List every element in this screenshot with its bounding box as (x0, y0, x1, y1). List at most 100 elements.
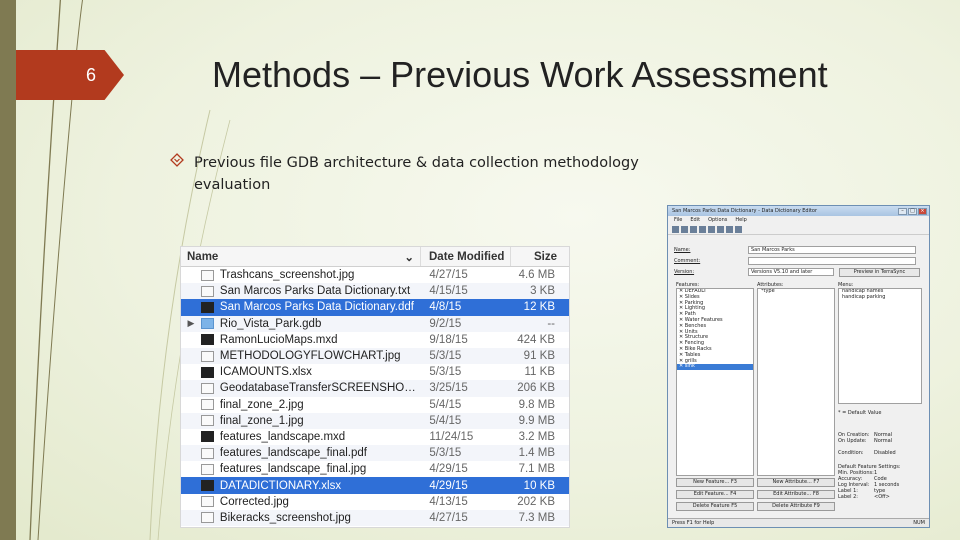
save-icon[interactable] (690, 225, 697, 233)
column-header-size[interactable]: Size (511, 251, 569, 263)
file-date: 9/2/15 (429, 317, 462, 330)
new-icon[interactable] (672, 225, 679, 233)
menu-item[interactable]: handicap parking (839, 294, 921, 301)
column-header-name[interactable]: Name ⌄ (181, 247, 421, 266)
condition-value: Disabled (874, 450, 896, 456)
maximize-button[interactable]: □ (908, 207, 917, 215)
file-row[interactable]: ICAMOUNTS.xlsx 5/3/15 11 KB (181, 364, 569, 380)
condition-label: Condition: (838, 450, 864, 456)
close-button[interactable]: × (918, 207, 927, 215)
file-date: 5/4/15 (429, 414, 462, 427)
chevron-down-icon: ⌄ (404, 251, 414, 264)
decorative-left-bar (0, 0, 16, 540)
file-row[interactable]: features_landscape.mxd 11/24/15 3.2 MB (181, 429, 569, 445)
bullet-item: Previous file GDB architecture & data co… (170, 152, 670, 196)
file-size: 3.2 MB (518, 430, 555, 443)
file-date: 4/29/15 (429, 479, 468, 492)
file-date: 5/4/15 (429, 398, 462, 411)
file-size: -- (547, 317, 555, 330)
minimize-button[interactable]: – (898, 207, 907, 215)
file-size: 9.9 MB (518, 414, 555, 427)
edit-feature-button[interactable]: Edit Feature... F4 (676, 490, 754, 499)
file-size: 202 KB (517, 495, 555, 508)
file-list-window: Name ⌄ Date Modified Size Trashcans_scre… (180, 246, 570, 528)
features-list[interactable]: ✕ DEFAULT ✕ Slides ✕ Parking ✕ Lighting ✕ Pa… (676, 288, 754, 476)
menu-help[interactable]: Help (735, 217, 746, 223)
comment-label: Comment: (674, 258, 701, 264)
image-file-icon (200, 512, 214, 524)
menu-edit[interactable]: Edit (690, 217, 700, 223)
file-size: 206 KB (517, 382, 555, 395)
ddf-file-icon (200, 301, 214, 313)
image-file-icon (200, 269, 214, 281)
file-size: 91 KB (523, 350, 555, 363)
file-size: 12 KB (523, 301, 555, 314)
file-date: 4/13/15 (429, 495, 468, 508)
file-date: 11/24/15 (429, 430, 474, 443)
window-titlebar[interactable]: San Marcos Parks Data Dictionary - Data … (668, 206, 929, 216)
delete-attribute-button[interactable]: Delete Attribute F9 (757, 502, 835, 511)
file-size: 7.1 MB (518, 463, 555, 476)
new-feature-button[interactable]: New Feature... F3 (676, 478, 754, 487)
image-file-icon (200, 399, 214, 411)
version-row: Version: Versions V5.10 and later (674, 268, 834, 276)
file-row[interactable]: features_landscape_final.jpg 4/29/15 7.1 M… (181, 461, 569, 477)
file-row[interactable]: RamonLucioMaps.mxd 9/18/15 424 KB (181, 332, 569, 348)
disclosure-triangle-icon[interactable]: ▶ (181, 318, 201, 329)
bullet-text: Previous file GDB architecture & data co… (194, 152, 670, 196)
file-row[interactable]: final_zone_1.jpg 5/4/15 9.9 MB (181, 412, 569, 429)
file-row[interactable]: San Marcos Parks Data Dictionary.txt 4/15… (181, 283, 569, 300)
file-size: 4.6 MB (518, 269, 555, 282)
on-update-row: On Update: Normal (838, 438, 892, 444)
comment-field[interactable] (748, 257, 916, 265)
delete-feature-button[interactable]: Delete Feature F5 (676, 502, 754, 511)
menu-file[interactable]: File (674, 217, 682, 223)
window-title: San Marcos Parks Data Dictionary - Data … (672, 208, 818, 214)
file-row[interactable]: DATADICTIONARY.xlsx 4/29/15 10 KB (181, 477, 569, 494)
file-size: 10 KB (523, 479, 555, 492)
feature-item[interactable]: ✕ sink (677, 363, 753, 371)
file-size: 11 KB (524, 366, 555, 379)
setting-label: Label 2: (838, 494, 858, 500)
file-size: 9.8 MB (518, 398, 555, 411)
file-row[interactable]: Bikeracks_screenshot.jpg 4/27/15 7.3 MB (181, 509, 569, 526)
attributes-list[interactable]: *type (757, 288, 835, 476)
status-bar: Press F1 for Help NUM (668, 518, 929, 527)
image-file-icon (200, 350, 214, 362)
file-size: 1.4 MB (518, 447, 555, 460)
file-row[interactable]: Corrected.jpg 4/13/15 202 KB (181, 494, 569, 510)
name-field[interactable]: San Marcos Parks (748, 246, 916, 254)
help-icon[interactable] (735, 225, 742, 233)
column-header-date[interactable]: Date Modified (421, 247, 511, 266)
file-row[interactable]: GeodatabaseTransferSCREENSHOT.jpg 3/25/15… (181, 380, 569, 397)
menu-options[interactable]: Options (708, 217, 727, 223)
file-row[interactable]: Trashcans_screenshot.jpg 4/27/15 4.6 MB (181, 267, 569, 283)
version-select[interactable]: Versions V5.10 and later (748, 268, 834, 276)
name-label: Name: (674, 247, 691, 253)
open-icon[interactable] (681, 225, 688, 233)
attribute-item[interactable]: *type (758, 289, 834, 295)
copy-icon[interactable] (708, 225, 715, 233)
preview-button[interactable]: Preview in TerraSync (839, 268, 920, 277)
print-icon[interactable] (726, 225, 733, 233)
menu-bar: File Edit Options Help (668, 216, 929, 224)
file-row[interactable]: San Marcos Parks Data Dictionary.ddf 4/8/… (181, 299, 569, 316)
new-attribute-button[interactable]: New Attribute... F7 (757, 478, 835, 487)
file-row[interactable]: METHODOLOGYFLOWCHART.jpg 5/3/15 91 KB (181, 347, 569, 365)
file-name: San Marcos Parks Data Dictionary.txt (219, 285, 411, 298)
file-row[interactable]: ▶ Rio_Vista_Park.gdb 9/2/15 -- (181, 315, 569, 332)
status-num-indicator: NUM (913, 520, 925, 526)
pdf-file-icon (200, 447, 214, 459)
paste-icon[interactable] (717, 225, 724, 233)
file-date: 5/3/15 (429, 350, 462, 363)
edit-attribute-button[interactable]: Edit Attribute... F8 (757, 490, 835, 499)
file-name: final_zone_2.jpg (219, 398, 304, 411)
file-row[interactable]: features_landscape_final.pdf 5/3/15 1.4 MB (181, 445, 569, 462)
file-row[interactable]: final_zone_2.jpg 5/4/15 9.8 MB (181, 397, 569, 413)
cut-icon[interactable] (699, 225, 706, 233)
diamond-bullet-icon (170, 153, 184, 167)
file-date: 9/18/15 (429, 333, 468, 346)
file-name: GeodatabaseTransferSCREENSHOT.jpg (219, 382, 420, 395)
setting-row: Label 2: <Off> (838, 494, 890, 500)
menu-items-list[interactable]: handicap names handicap parking (838, 288, 922, 404)
